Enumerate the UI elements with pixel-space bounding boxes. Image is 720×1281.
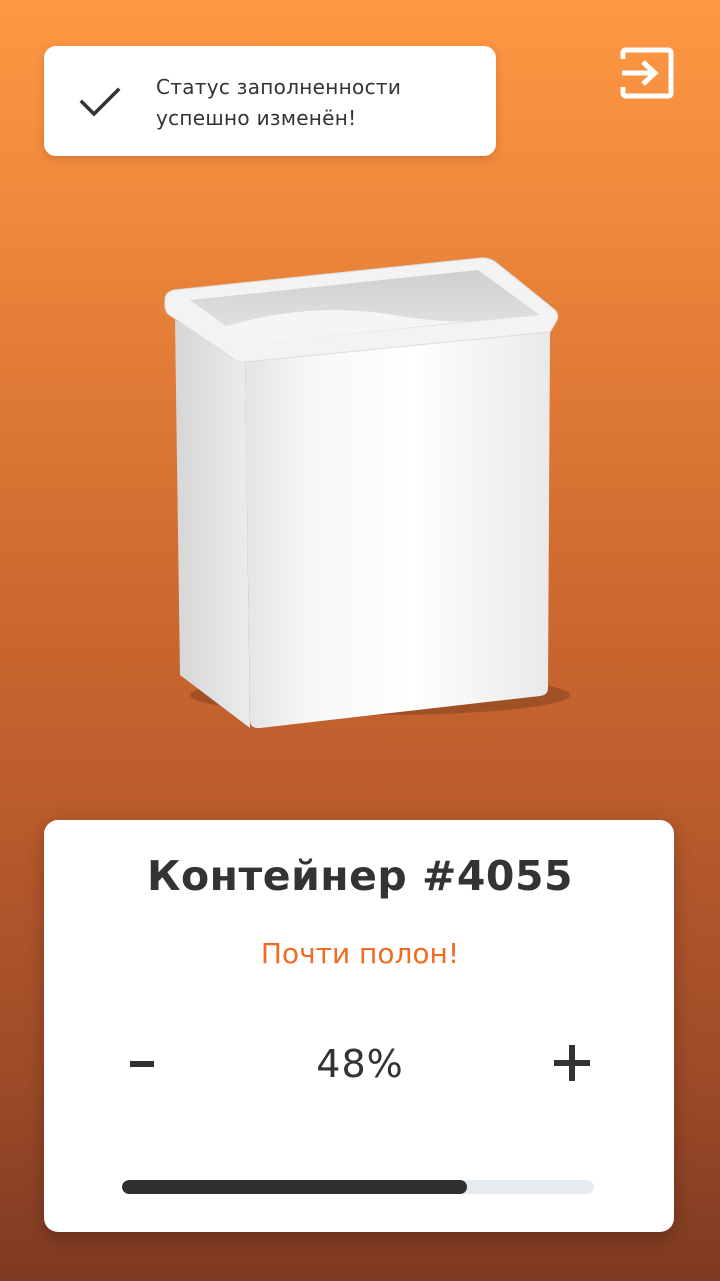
container-illustration bbox=[164, 257, 570, 729]
toast-message: Статус заполненности успешно изменён! bbox=[156, 72, 476, 134]
toast-message-line2: успешно изменён! bbox=[156, 106, 357, 130]
fill-percent-value: 48% bbox=[316, 1042, 404, 1086]
fill-progress-bar[interactable] bbox=[122, 1180, 594, 1194]
decrease-button[interactable] bbox=[110, 1030, 174, 1094]
toast-message-line1: Статус заполненности bbox=[156, 75, 402, 99]
minus-icon bbox=[130, 1061, 154, 1067]
check-icon bbox=[79, 87, 121, 117]
increase-button[interactable] bbox=[540, 1030, 604, 1094]
logout-icon[interactable] bbox=[618, 44, 676, 102]
fill-status-text: Почти полон! bbox=[260, 937, 460, 970]
plus-icon-vertical bbox=[569, 1045, 575, 1081]
fill-progress-bar-fill bbox=[122, 1180, 467, 1194]
container-title: Контейнер #4055 bbox=[146, 852, 574, 900]
